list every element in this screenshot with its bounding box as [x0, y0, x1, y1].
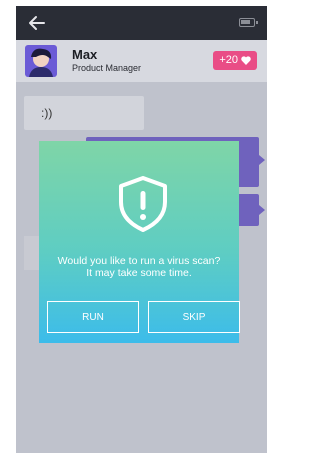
incoming-message: :)) [24, 96, 144, 130]
points-value: +20 [219, 54, 238, 66]
top-bar [16, 6, 267, 40]
dialog-message-line2: It may take some time. [86, 267, 192, 279]
phone-screen: Max Product Manager +20 :)) Would you li… [16, 6, 267, 453]
virus-scan-dialog: Would you like to run a virus scan? It m… [39, 141, 240, 343]
contact-role: Product Manager [72, 63, 142, 73]
skip-button[interactable]: SKIP [148, 301, 240, 333]
heart-icon [241, 56, 251, 65]
dialog-message-line1: Would you like to run a virus scan? [57, 255, 221, 267]
dialog-message: Would you like to run a virus scan? It m… [39, 255, 239, 279]
chat-header: Max Product Manager +20 [16, 40, 267, 82]
avatar[interactable] [25, 45, 57, 77]
shield-alert-icon [119, 176, 167, 232]
run-button[interactable]: RUN [47, 301, 139, 333]
incoming-message-text: :)) [41, 106, 53, 120]
points-badge[interactable]: +20 [213, 51, 257, 70]
back-arrow-icon[interactable] [26, 12, 48, 34]
battery-icon [239, 18, 258, 27]
contact-name: Max [72, 47, 98, 62]
